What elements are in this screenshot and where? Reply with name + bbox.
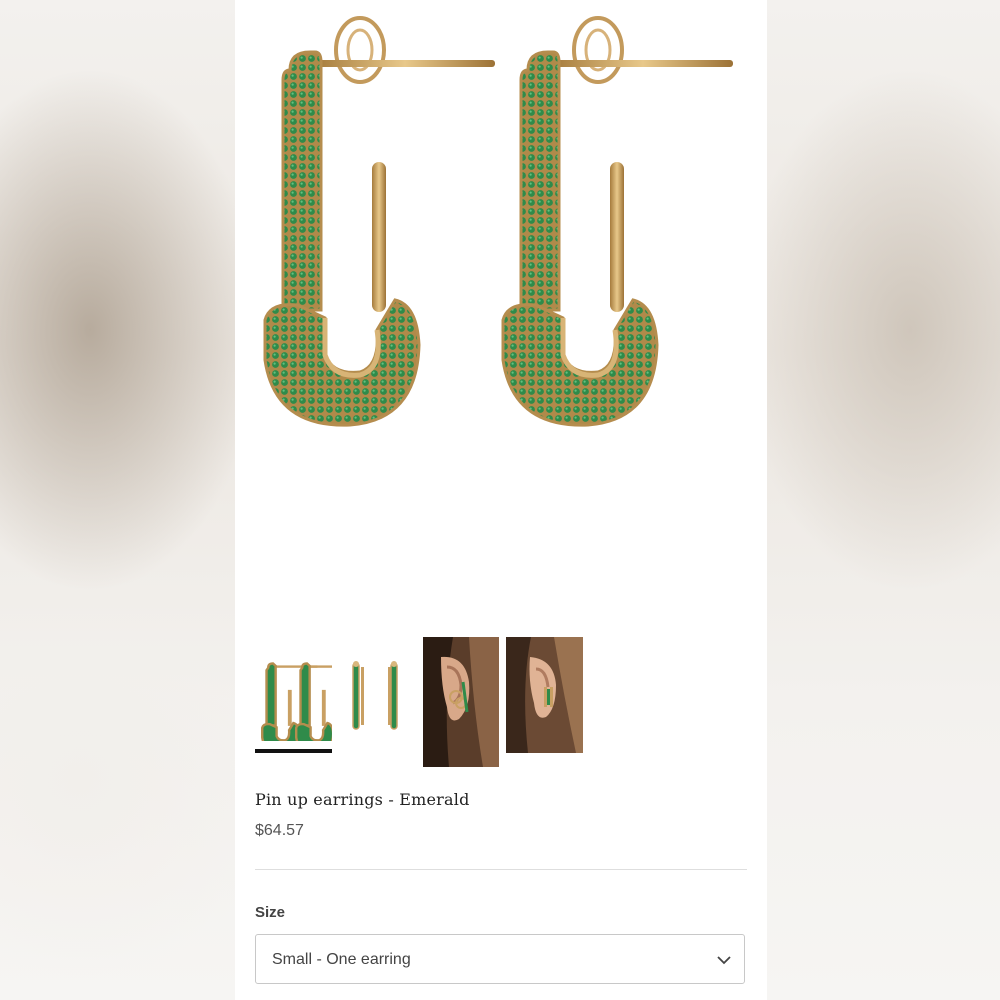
chevron-down-icon [716, 952, 732, 973]
size-select[interactable]: Small - One earring [255, 934, 745, 984]
product-price: $64.57 [255, 822, 304, 839]
product-title: Pin up earrings - Emerald [255, 790, 470, 809]
thumbnail-front-view[interactable] [255, 637, 332, 741]
product-page: Pin up earrings - Emerald $64.57 Size Sm… [235, 0, 767, 1000]
size-label: Size [255, 904, 286, 921]
selected-thumbnail-indicator [255, 749, 332, 753]
main-product-image [235, 0, 767, 610]
size-selected-value: Small - One earring [272, 951, 411, 968]
thumbnail-worn-2[interactable] [506, 637, 583, 753]
divider [255, 869, 747, 870]
thumbnail-side-view[interactable] [339, 637, 416, 741]
thumbnail-worn-1[interactable] [423, 637, 499, 767]
